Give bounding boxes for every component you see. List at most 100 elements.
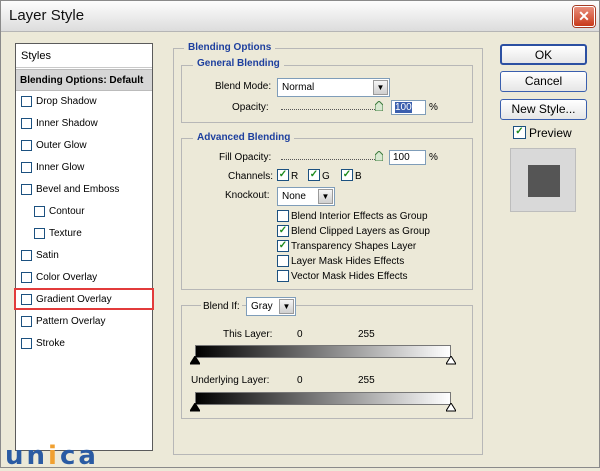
layer-style-dialog: Layer Style ✕ Styles Blending Options: D… xyxy=(0,0,600,471)
inner-shadow-checkbox[interactable] xyxy=(21,118,32,129)
style-item-outer-glow[interactable]: Outer Glow xyxy=(16,135,152,157)
this-layer-max: 255 xyxy=(358,329,375,340)
logo-text-ca: ca xyxy=(59,441,99,471)
style-label: Satin xyxy=(36,250,59,261)
blend-interior-label: Blend Interior Effects as Group xyxy=(291,211,428,222)
stroke-checkbox[interactable] xyxy=(21,338,32,349)
transparency-shapes-checkbox[interactable]: ✓ xyxy=(277,240,289,252)
fill-opacity-unit: % xyxy=(429,152,438,163)
blend-if-select[interactable]: Gray ▼ xyxy=(246,297,296,316)
underlying-layer-label: Underlying Layer: xyxy=(191,375,270,386)
style-item-blending-options[interactable]: Blending Options: Default xyxy=(16,69,152,91)
title-bar[interactable]: Layer Style ✕ xyxy=(1,1,599,32)
underlying-black-slider[interactable] xyxy=(190,403,200,412)
style-item-satin[interactable]: Satin xyxy=(16,245,152,267)
unica-logo: unica xyxy=(5,441,99,471)
style-label: Inner Shadow xyxy=(36,118,98,129)
close-button[interactable]: ✕ xyxy=(573,6,595,27)
style-item-color-overlay[interactable]: Color Overlay xyxy=(16,267,152,289)
channel-r-checkbox[interactable]: ✓ xyxy=(277,169,289,181)
vector-mask-hides-label: Vector Mask Hides Effects xyxy=(291,271,408,282)
blend-mode-select[interactable]: Normal ▼ xyxy=(277,78,390,97)
vector-mask-hides-checkbox[interactable] xyxy=(277,270,289,282)
cancel-button[interactable]: Cancel xyxy=(500,71,587,92)
general-blending-title: General Blending xyxy=(193,58,284,69)
drop-shadow-checkbox[interactable] xyxy=(21,96,32,107)
knockout-select[interactable]: None ▼ xyxy=(277,187,335,206)
style-item-texture[interactable]: Texture xyxy=(16,223,152,245)
transparency-shapes-label: Transparency Shapes Layer xyxy=(291,241,417,252)
style-label: Outer Glow xyxy=(36,140,87,151)
channel-b-checkbox[interactable]: ✓ xyxy=(341,169,353,181)
channel-r-label: R xyxy=(291,171,299,182)
opacity-slider-track[interactable] xyxy=(281,109,379,111)
preview-swatch xyxy=(510,148,576,212)
blend-if-value: Gray xyxy=(251,301,273,312)
ok-button[interactable]: OK xyxy=(500,44,587,65)
logo-text-un: un xyxy=(5,441,49,471)
opacity-input[interactable]: 100 xyxy=(391,100,426,115)
layer-mask-hides-checkbox[interactable] xyxy=(277,255,289,267)
knockout-label: Knockout: xyxy=(225,190,270,201)
chevron-down-icon[interactable]: ▼ xyxy=(318,189,333,204)
inner-glow-checkbox[interactable] xyxy=(21,162,32,173)
style-item-inner-glow[interactable]: Inner Glow xyxy=(16,157,152,179)
opacity-unit: % xyxy=(429,102,438,113)
style-label: Pattern Overlay xyxy=(36,316,106,327)
style-label: Drop Shadow xyxy=(36,96,97,107)
underlying-white-slider[interactable] xyxy=(446,403,456,412)
style-label: Texture xyxy=(49,228,82,239)
satin-checkbox[interactable] xyxy=(21,250,32,261)
styles-list: Styles Blending Options: Default Drop Sh… xyxy=(15,43,153,451)
style-label: Color Overlay xyxy=(36,272,98,283)
preview-label: Preview xyxy=(529,126,572,140)
underlying-layer-min: 0 xyxy=(297,375,303,386)
styles-header: Styles xyxy=(16,44,152,68)
fill-opacity-input[interactable]: 100 xyxy=(389,150,426,165)
style-item-inner-shadow[interactable]: Inner Shadow xyxy=(16,113,152,135)
channel-b-label: B xyxy=(355,171,362,182)
blend-mode-label: Blend Mode: xyxy=(215,81,272,92)
this-layer-black-slider[interactable] xyxy=(190,356,200,365)
style-item-drop-shadow[interactable]: Drop Shadow xyxy=(16,91,152,113)
style-item-pattern-overlay[interactable]: Pattern Overlay xyxy=(16,311,152,333)
underlying-layer-max: 255 xyxy=(358,375,375,386)
this-layer-min: 0 xyxy=(297,329,303,340)
texture-checkbox[interactable] xyxy=(34,228,45,239)
logo-text-i: i xyxy=(48,441,60,471)
contour-checkbox[interactable] xyxy=(34,206,45,217)
opacity-slider-thumb[interactable] xyxy=(375,101,383,111)
style-label: Inner Glow xyxy=(36,162,85,173)
preview-checkbox[interactable]: ✓ xyxy=(513,126,526,139)
fill-opacity-slider-thumb[interactable] xyxy=(375,151,383,161)
channel-g-checkbox[interactable]: ✓ xyxy=(308,169,320,181)
blend-mode-value: Normal xyxy=(282,82,315,93)
advanced-blending-title: Advanced Blending xyxy=(193,132,295,143)
this-layer-white-slider[interactable] xyxy=(446,356,456,365)
chevron-down-icon[interactable]: ▼ xyxy=(373,80,388,95)
bevel-emboss-checkbox[interactable] xyxy=(21,184,32,195)
gradient-overlay-highlight xyxy=(14,288,154,310)
channel-g-label: G xyxy=(322,171,330,182)
chevron-down-icon[interactable]: ▼ xyxy=(279,299,294,314)
underlying-layer-gradient xyxy=(195,392,451,405)
opacity-value: 100 xyxy=(395,102,412,113)
blend-clipped-checkbox[interactable]: ✓ xyxy=(277,225,289,237)
color-overlay-checkbox[interactable] xyxy=(21,272,32,283)
pattern-overlay-checkbox[interactable] xyxy=(21,316,32,327)
blend-clipped-label: Blend Clipped Layers as Group xyxy=(291,226,430,237)
knockout-value: None xyxy=(282,191,306,202)
this-layer-label: This Layer: xyxy=(223,329,273,340)
style-item-stroke[interactable]: Stroke xyxy=(16,333,152,355)
fill-opacity-label: Fill Opacity: xyxy=(219,152,272,163)
style-item-bevel-emboss[interactable]: Bevel and Emboss xyxy=(16,179,152,201)
style-label: Stroke xyxy=(36,338,65,349)
blend-interior-checkbox[interactable] xyxy=(277,210,289,222)
style-label: Blending Options: Default xyxy=(20,75,144,86)
fill-opacity-slider-track[interactable] xyxy=(281,159,379,161)
new-style-button[interactable]: New Style... xyxy=(500,99,587,120)
outer-glow-checkbox[interactable] xyxy=(21,140,32,151)
layer-mask-hides-label: Layer Mask Hides Effects xyxy=(291,256,405,267)
blend-if-label: Blend If: xyxy=(201,301,242,312)
style-item-contour[interactable]: Contour xyxy=(16,201,152,223)
